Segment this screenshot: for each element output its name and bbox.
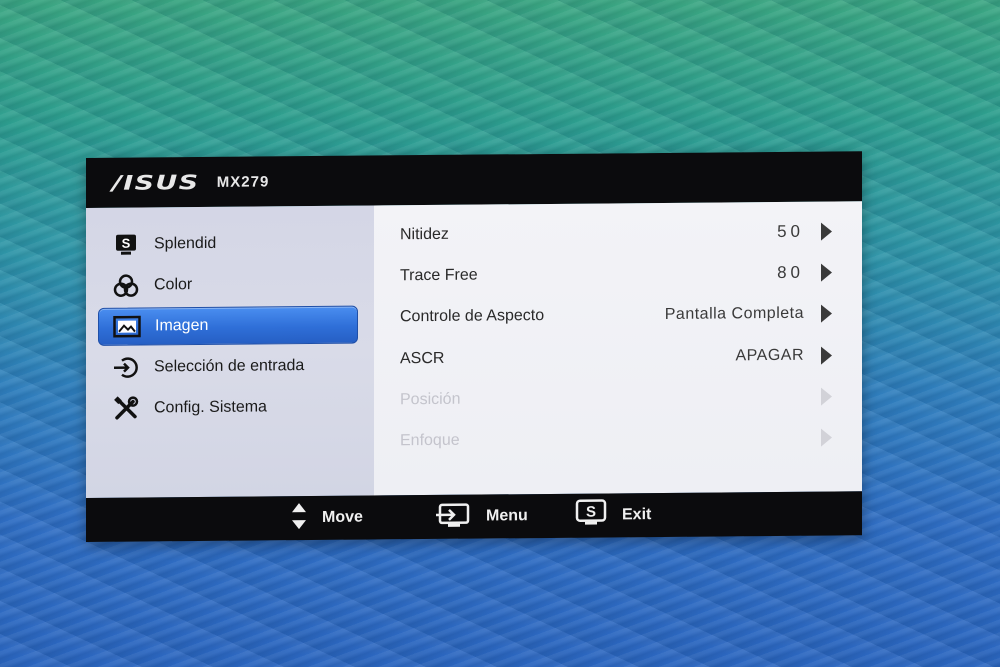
model-name: MX279	[216, 172, 270, 191]
setting-row-enfoque: Enfoque	[374, 417, 862, 461]
setting-value: 80	[777, 262, 804, 282]
setting-label: ASCR	[400, 349, 445, 368]
hint-menu: Menu	[434, 494, 528, 539]
chevron-right-icon	[821, 387, 832, 406]
chevron-right-icon	[821, 263, 832, 282]
setting-row-trace-free[interactable]: Trace Free 80	[374, 252, 862, 296]
setting-value: 50	[777, 221, 804, 241]
setting-row-posicion: Posición	[374, 376, 862, 420]
sidebar-item-label: Splendid	[154, 234, 217, 253]
up-down-arrows-icon	[290, 501, 308, 535]
setting-row-ascr[interactable]: ASCR APAGAR	[374, 335, 862, 379]
sidebar-item-seleccion-entrada[interactable]: Selección de entrada	[98, 347, 358, 387]
color-circles-icon	[112, 274, 140, 298]
chevron-right-icon	[821, 304, 832, 323]
sidebar-item-label: Config. Sistema	[154, 398, 267, 417]
brand-logo: /ISUS	[112, 170, 200, 195]
splendid-s-icon: S	[112, 233, 140, 257]
setting-row-controle-aspecto[interactable]: Controle de Aspecto Pantalla Completa	[374, 293, 862, 337]
setting-label: Enfoque	[400, 431, 460, 450]
image-icon	[113, 315, 141, 339]
settings-panel: Nitidez 50 Trace Free 80 Controle de Asp…	[374, 201, 862, 496]
sidebar: S Splendid Color Imagen Selección de ent…	[86, 205, 374, 498]
menu-enter-icon	[434, 501, 472, 533]
osd-titlebar: /ISUS MX279	[86, 151, 862, 208]
exit-label: Exit	[622, 506, 652, 524]
sidebar-item-imagen[interactable]: Imagen	[98, 305, 358, 346]
hint-move: Move	[290, 496, 363, 541]
chevron-right-icon	[821, 428, 832, 447]
setting-label: Posición	[400, 390, 461, 409]
chevron-right-icon	[821, 222, 832, 241]
setting-label: Controle de Aspecto	[400, 307, 545, 326]
chevron-right-icon	[821, 346, 832, 365]
s-button-icon: S	[574, 498, 608, 532]
sidebar-item-label: Color	[154, 276, 193, 294]
move-label: Move	[322, 508, 363, 526]
osd-footer: Move Menu S Exit	[86, 491, 862, 542]
svg-text:S: S	[122, 236, 131, 251]
setting-label: Trace Free	[400, 266, 478, 285]
svg-text:S: S	[586, 504, 596, 521]
sidebar-item-label: Imagen	[155, 316, 209, 335]
setting-row-nitidez[interactable]: Nitidez 50	[374, 211, 862, 255]
menu-label: Menu	[486, 507, 528, 525]
setting-value: APAGAR	[735, 346, 805, 365]
osd-menu: /ISUS MX279 S Splendid Color Imagen Sele…	[86, 151, 862, 542]
tools-icon	[112, 396, 140, 421]
hint-exit: S Exit	[574, 493, 651, 538]
sidebar-item-splendid[interactable]: S Splendid	[98, 224, 358, 264]
input-select-icon	[112, 356, 140, 380]
sidebar-item-config-sistema[interactable]: Config. Sistema	[98, 388, 358, 428]
setting-value: Pantalla Completa	[664, 304, 804, 323]
setting-label: Nitidez	[400, 225, 449, 244]
sidebar-item-label: Selección de entrada	[154, 357, 305, 376]
sidebar-item-color[interactable]: Color	[98, 265, 358, 305]
